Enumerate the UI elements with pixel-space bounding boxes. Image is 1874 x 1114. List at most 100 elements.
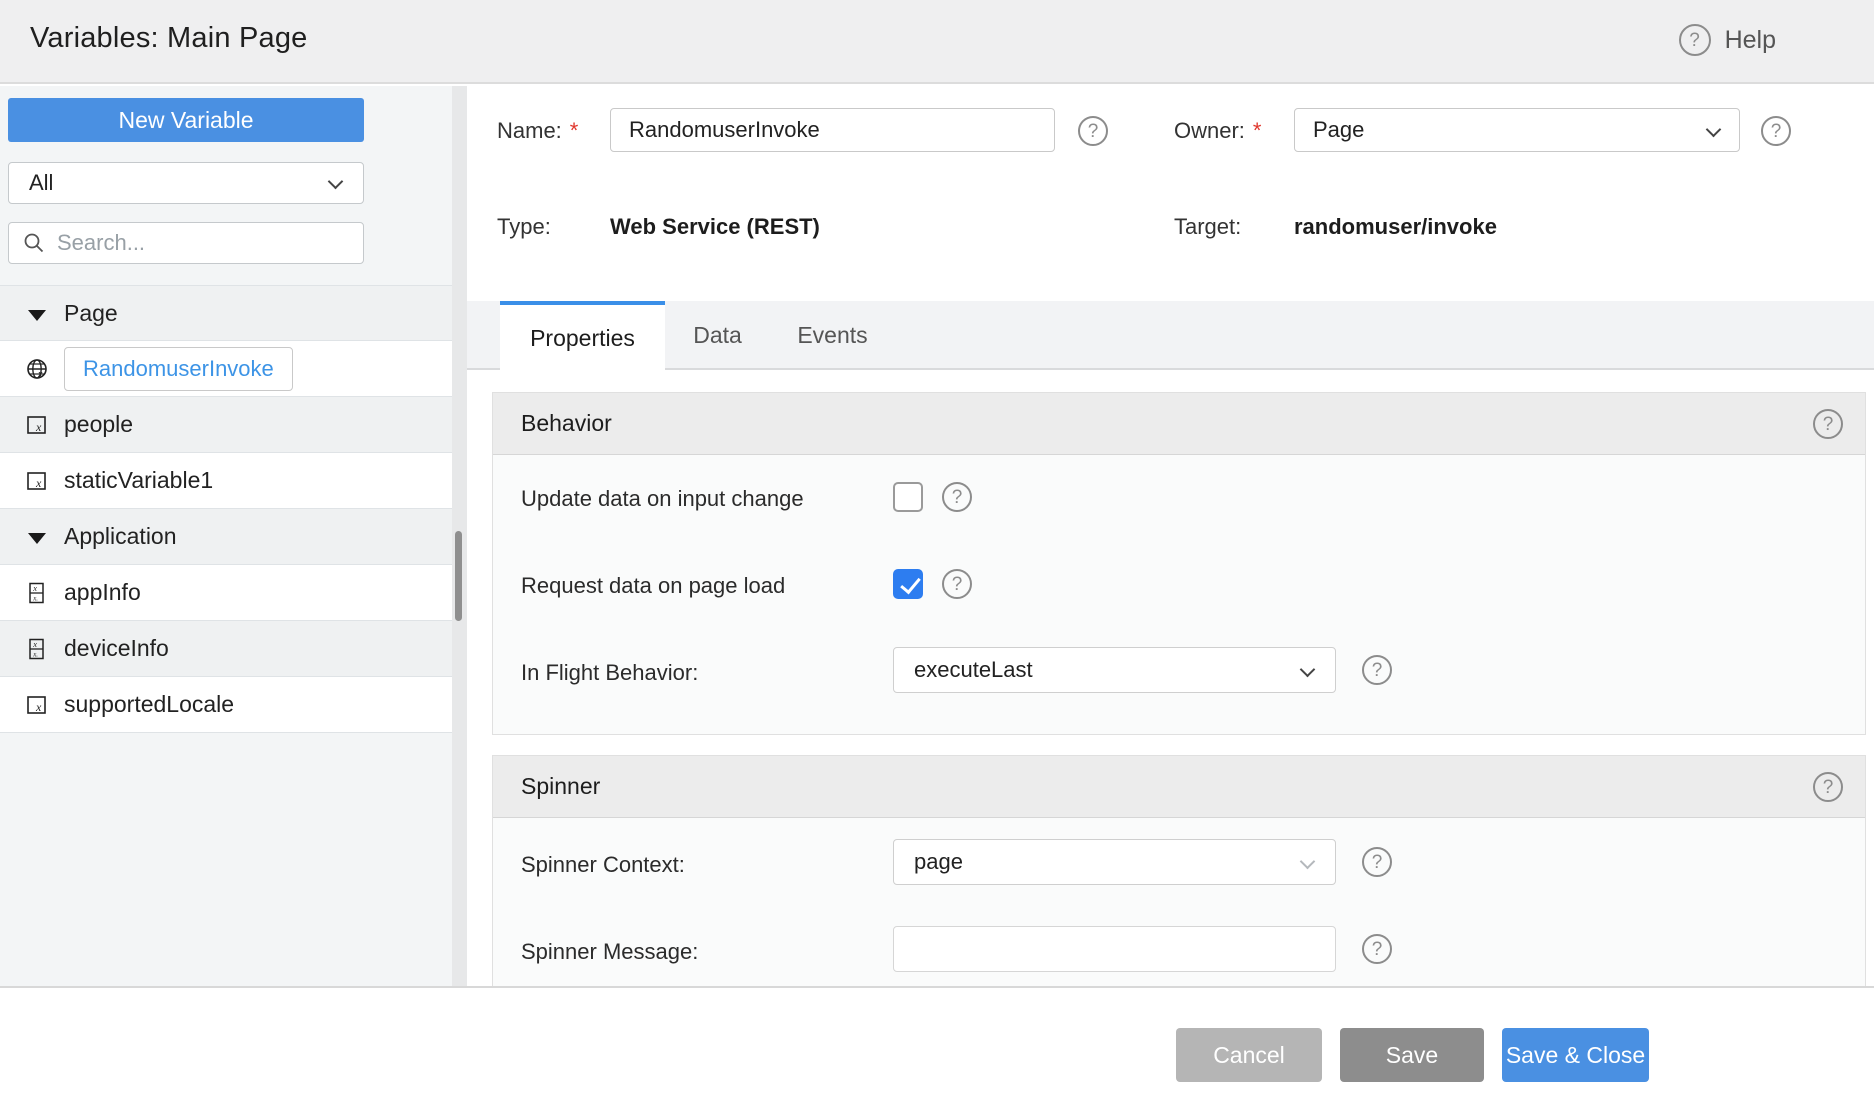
service-variable-icon: x — [26, 358, 48, 380]
type-label: Type: — [497, 214, 551, 240]
tab-properties[interactable]: Properties — [500, 301, 665, 372]
behavior-help-icon[interactable]: ? — [1813, 409, 1843, 439]
svg-text:x: x — [32, 639, 37, 649]
chevron-down-icon — [328, 174, 344, 190]
tree-item-people[interactable]: x people — [0, 397, 452, 453]
tree-item-label: people — [64, 411, 133, 438]
save-and-close-button[interactable]: Save & Close — [1502, 1028, 1649, 1082]
search-icon — [23, 232, 45, 254]
spinner-context-help-icon[interactable]: ? — [1362, 847, 1392, 877]
owner-help-icon[interactable]: ? — [1761, 116, 1791, 146]
update-data-checkbox[interactable] — [893, 482, 923, 512]
variable-filter-value: All — [29, 170, 53, 196]
tree-item-deviceinfo[interactable]: x x. deviceInfo — [0, 621, 452, 677]
name-label: Name:* — [497, 118, 578, 144]
variable-editor-panel: Name:* ? Owner:* Page ? Type: Web Servic… — [467, 86, 1874, 986]
svg-text:x.: x. — [32, 595, 38, 603]
type-value: Web Service (REST) — [610, 214, 820, 240]
variables-tree: Page x RandomuserInvoke x people — [0, 285, 452, 733]
search-input[interactable] — [57, 230, 337, 256]
owner-select[interactable]: Page — [1294, 108, 1740, 152]
behavior-section-body: Update data on input change ? Request da… — [493, 455, 1865, 735]
tree-item-label: appInfo — [64, 579, 141, 606]
name-help-icon[interactable]: ? — [1078, 116, 1108, 146]
cancel-button[interactable]: Cancel — [1176, 1028, 1322, 1082]
variables-dialog: Variables: Main Page ? Help New Variable… — [0, 0, 1874, 1114]
tree-group-label: Page — [64, 300, 118, 327]
variable-filter-select[interactable]: All — [8, 162, 364, 204]
spinner-section-header: Spinner ? — [493, 756, 1865, 818]
spinner-help-icon[interactable]: ? — [1813, 772, 1843, 802]
update-data-help-icon[interactable]: ? — [942, 482, 972, 512]
request-data-label: Request data on page load — [521, 573, 785, 599]
tab-events[interactable]: Events — [770, 301, 895, 370]
name-input[interactable] — [610, 108, 1055, 152]
tree-group-page[interactable]: Page — [0, 285, 452, 341]
new-variable-button[interactable]: New Variable — [8, 98, 364, 142]
caret-down-icon[interactable] — [28, 310, 46, 321]
required-asterisk: * — [570, 118, 579, 143]
chevron-down-icon — [1706, 122, 1722, 138]
in-flight-behavior-label: In Flight Behavior: — [521, 660, 698, 686]
model-variable-icon: x x. — [26, 582, 48, 604]
tree-item-supportedlocale[interactable]: x supportedLocale — [0, 677, 452, 733]
in-flight-behavior-value: executeLast — [914, 657, 1033, 683]
svg-text:x: x — [35, 420, 42, 434]
tree-item-label: staticVariable1 — [64, 467, 213, 494]
save-button[interactable]: Save — [1340, 1028, 1484, 1082]
dialog-header: Variables: Main Page ? Help — [0, 0, 1874, 84]
help-circle-icon: ? — [1679, 24, 1711, 56]
required-asterisk: * — [1253, 118, 1262, 143]
spinner-section-body: Spinner Context: page ? Spinner Message:… — [493, 818, 1865, 986]
tree-group-application[interactable]: Application — [0, 509, 452, 565]
svg-text:x.: x. — [32, 651, 38, 659]
spinner-context-value: page — [914, 849, 963, 875]
static-variable-icon: x — [26, 470, 48, 492]
spinner-message-help-icon[interactable]: ? — [1362, 934, 1392, 964]
spinner-section: Spinner ? Spinner Context: page ? Spinne… — [492, 755, 1866, 986]
static-variable-icon: x — [26, 414, 48, 436]
help-button[interactable]: ? Help — [1679, 24, 1776, 56]
chevron-down-icon — [1300, 854, 1316, 870]
owner-select-value: Page — [1313, 117, 1364, 143]
svg-text:x: x — [35, 700, 42, 714]
spinner-context-select[interactable]: page — [893, 839, 1336, 885]
in-flight-behavior-help-icon[interactable]: ? — [1362, 655, 1392, 685]
tree-item-label: RandomuserInvoke — [64, 347, 293, 391]
variables-sidebar: New Variable All Page — [0, 86, 452, 986]
spinner-message-label: Spinner Message: — [521, 939, 698, 965]
tree-item-label: supportedLocale — [64, 691, 234, 718]
in-flight-behavior-select[interactable]: executeLast — [893, 647, 1336, 693]
tree-group-label: Application — [64, 523, 177, 550]
spinner-section-title: Spinner — [521, 773, 600, 800]
page-title: Variables: Main Page — [30, 22, 308, 55]
target-label: Target: — [1174, 214, 1241, 240]
svg-text:x: x — [35, 476, 42, 490]
tab-bar: Properties Data Events — [467, 301, 1874, 370]
chevron-down-icon — [1300, 662, 1316, 678]
footer-divider — [0, 986, 1874, 988]
request-data-checkbox[interactable] — [893, 569, 923, 599]
behavior-section: Behavior ? Update data on input change ?… — [492, 392, 1866, 735]
tree-item-appinfo[interactable]: x x. appInfo — [0, 565, 452, 621]
static-variable-icon: x — [26, 694, 48, 716]
svg-text:x: x — [37, 369, 43, 380]
spinner-context-label: Spinner Context: — [521, 852, 685, 878]
spinner-message-input[interactable] — [893, 926, 1336, 972]
update-data-label: Update data on input change — [521, 486, 804, 512]
search-box[interactable] — [8, 222, 364, 264]
help-label: Help — [1725, 26, 1776, 55]
model-variable-icon: x x. — [26, 638, 48, 660]
behavior-section-header: Behavior ? — [493, 393, 1865, 455]
sidebar-scrollbar-thumb[interactable] — [455, 531, 462, 621]
tree-item-randomuserinvoke[interactable]: x RandomuserInvoke — [0, 341, 452, 397]
owner-label: Owner:* — [1174, 118, 1261, 144]
tree-item-staticvariable1[interactable]: x staticVariable1 — [0, 453, 452, 509]
target-value: randomuser/invoke — [1294, 214, 1497, 240]
request-data-help-icon[interactable]: ? — [942, 569, 972, 599]
behavior-section-title: Behavior — [521, 410, 612, 437]
caret-down-icon[interactable] — [28, 533, 46, 544]
svg-text:x: x — [32, 583, 37, 593]
tree-item-label: deviceInfo — [64, 635, 169, 662]
tab-data[interactable]: Data — [665, 301, 770, 370]
